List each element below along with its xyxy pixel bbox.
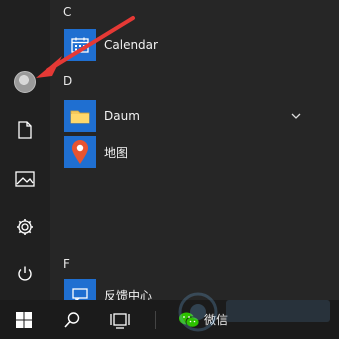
app-label-calendar: Calendar — [104, 38, 158, 52]
app-label-daum: Daum — [104, 109, 140, 123]
wechat-taskbar-button[interactable]: 微信 — [170, 300, 240, 339]
section-header-d[interactable]: D — [63, 74, 72, 88]
app-item-feedback-hub[interactable]: 反馈中心 — [50, 277, 339, 300]
wechat-icon — [179, 312, 200, 328]
taskbar-divider — [150, 300, 160, 339]
document-icon — [18, 121, 32, 139]
app-label-maps: 地图 — [104, 145, 129, 160]
app-item-daum[interactable]: Daum — [50, 98, 339, 134]
app-label-feedback-hub: 反馈中心 — [104, 288, 153, 301]
app-list: C Calendar D Daum 地图 F 反馈中心 — [50, 0, 339, 300]
section-header-c[interactable]: C — [63, 5, 71, 19]
map-pin-icon — [72, 140, 88, 164]
folder-icon — [70, 110, 90, 124]
daum-tile — [64, 100, 96, 132]
search-icon — [64, 311, 80, 328]
pictures-icon — [15, 171, 35, 187]
start-button[interactable] — [0, 300, 48, 339]
app-item-calendar[interactable]: Calendar — [50, 27, 339, 63]
settings-button[interactable] — [0, 205, 50, 249]
wechat-label: 微信 — [204, 313, 229, 327]
search-button[interactable] — [48, 300, 96, 339]
task-view-button[interactable] — [96, 300, 144, 339]
maps-tile — [64, 136, 96, 168]
pictures-button[interactable] — [0, 157, 50, 201]
section-header-f[interactable]: F — [63, 257, 70, 271]
settings-gear-icon — [17, 219, 33, 235]
feedback-icon — [72, 288, 88, 300]
documents-button[interactable] — [0, 108, 50, 152]
calendar-tile — [64, 29, 96, 61]
app-item-maps[interactable]: 地图 — [50, 134, 339, 170]
power-button[interactable] — [0, 252, 50, 296]
task-view-icon — [110, 312, 130, 329]
windows-logo-icon — [16, 311, 32, 328]
chevron-down-icon[interactable] — [291, 111, 301, 121]
start-menu-rail — [0, 0, 50, 300]
taskbar: 微信 — [0, 300, 339, 339]
calendar-icon — [71, 37, 89, 53]
user-account-button[interactable] — [0, 60, 50, 104]
user-avatar — [14, 71, 36, 93]
feedback-tile — [64, 279, 96, 300]
power-icon — [18, 266, 32, 281]
